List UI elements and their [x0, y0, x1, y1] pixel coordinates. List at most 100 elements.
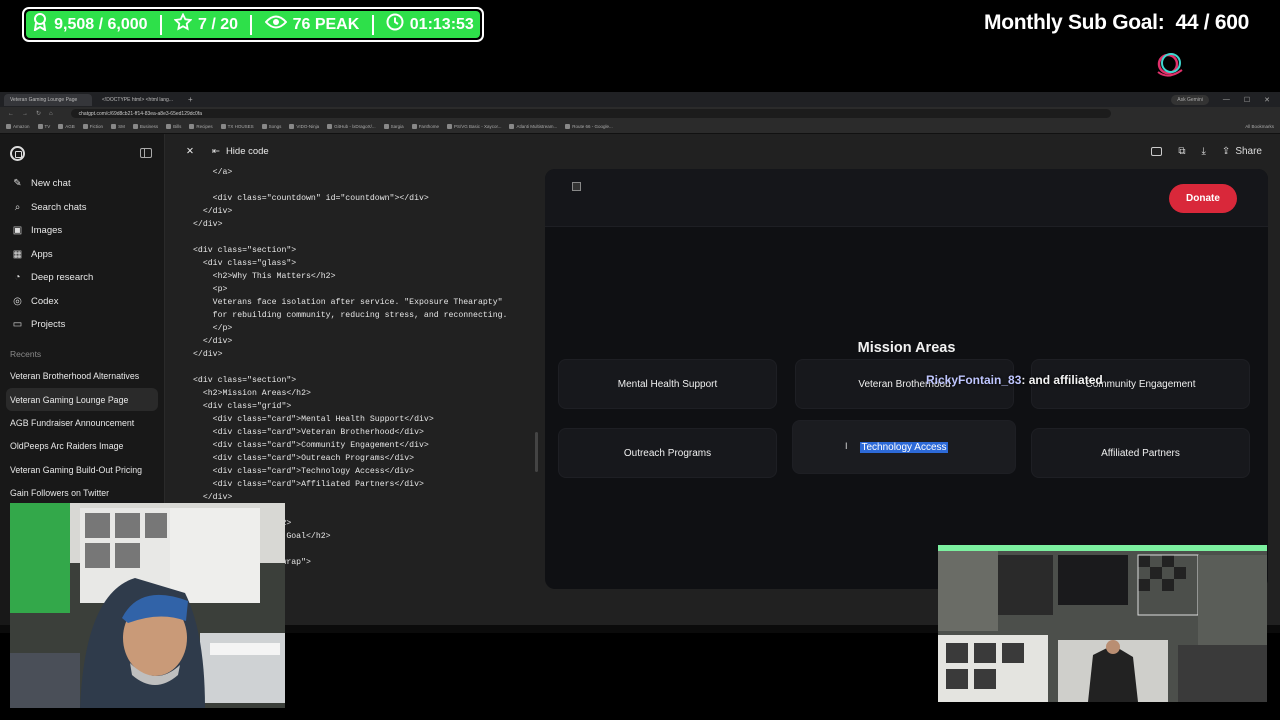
sidebar-item-new-chat[interactable]: ✎ New chat [0, 172, 164, 196]
bookmark-icon [132, 124, 138, 129]
card-outreach-programs[interactable]: Outreach Programs [558, 428, 777, 478]
download-icon[interactable]: ⤓ [1202, 146, 1206, 157]
search-icon: ⌕ [14, 201, 21, 213]
ask-gemini-button[interactable]: Ask Gemini [1171, 94, 1209, 105]
recent-chat-item[interactable]: Gain Followers on Twitter [0, 481, 164, 504]
bookmark-item[interactable]: AGB [58, 124, 75, 129]
bookmark-item[interactable]: Bills [166, 124, 181, 129]
bookmark-item[interactable]: Fiction [82, 124, 103, 129]
star-icon [173, 12, 193, 36]
card-technology-access[interactable]: Technology Access [792, 420, 1016, 474]
bookmark-item[interactable]: PS/VG Basic - Xaycor... [446, 124, 501, 129]
window-controls: — ☐ ✕ [1213, 96, 1280, 104]
code-line: </p> [193, 324, 233, 333]
donate-button[interactable]: Donate [1169, 184, 1237, 213]
eye-icon [264, 15, 287, 34]
forward-icon[interactable]: → [22, 111, 28, 117]
followers-stat: 9,508 / 6,000 [32, 13, 148, 36]
card-affiliated-partners[interactable]: Affiliated Partners [1031, 428, 1250, 478]
preview-header: Donate [545, 169, 1268, 227]
bookmark-icon [37, 124, 43, 129]
canvas-toolbar: ⧉ ⤓ ⇪ Share [1151, 146, 1262, 157]
sidebar-item-codex[interactable]: ◎ Codex [0, 290, 164, 314]
code-line: <div class="section"> [193, 246, 297, 255]
code-line: <div class="countdown" id="countdown"></… [193, 194, 429, 203]
bookmark-icon [509, 124, 515, 129]
ribbon-icon [32, 13, 48, 36]
code-line: for rebuilding community, reducing stres… [193, 311, 508, 320]
recent-chat-item[interactable]: AGB Fundraiser Announcement [0, 411, 164, 434]
close-icon[interactable]: ✕ [1264, 96, 1270, 104]
bookmark-item[interactable]: Songs [261, 124, 281, 129]
code-line: </div> [193, 207, 233, 216]
bookmark-item[interactable]: TV [37, 124, 50, 129]
maximize-icon[interactable]: ☐ [1244, 96, 1250, 104]
minimize-icon[interactable]: — [1223, 96, 1230, 104]
bookmark-item[interactable]: Route 66 - Google... [565, 124, 613, 129]
bookmark-item[interactable]: VIDO-Ninja [289, 124, 319, 129]
all-bookmarks[interactable]: All Bookmarks [1245, 124, 1274, 129]
bookmark-icon [327, 124, 333, 129]
new-tab-button[interactable]: + [188, 95, 193, 104]
bookmark-item[interactable]: Sargia [383, 124, 404, 129]
bookmark-item[interactable]: Business [132, 124, 158, 129]
bookmark-icon [289, 124, 295, 129]
code-line: <div class="section"> [193, 376, 297, 385]
url-field[interactable]: chatgpt.com/c/69d8cb21-ff14-83ea-a8e3-65… [70, 109, 1111, 118]
folder-icon: ▭ [12, 319, 23, 331]
code-line: <div class="card">Outreach Programs</div… [193, 454, 415, 463]
channel-logo-icon [1157, 53, 1183, 77]
openai-logo-icon[interactable] [10, 146, 25, 161]
divider [159, 14, 162, 35]
divider [371, 14, 374, 35]
tab-doctype-html[interactable]: <!DOCTYPE html> <html lang... [96, 94, 184, 106]
stars-stat: 7 / 20 [173, 12, 238, 36]
sidebar-item-apps[interactable]: ▦ Apps [0, 243, 164, 267]
bookmark-item[interactable]: GitHub - lxDragoX/... [327, 124, 376, 129]
close-icon[interactable]: ✕ [186, 146, 194, 157]
sidebar-item-images[interactable]: ▣ Images [0, 219, 164, 243]
bookmarks-bar: Amazon TV AGB Fiction SM Business Bills Recipes… [0, 120, 1280, 134]
recent-chat-item[interactable]: Veteran Gaming Build-Out Pricing [0, 458, 164, 481]
sidebar-item-search-chats[interactable]: ⌕ Search chats [0, 196, 164, 220]
preview-icon[interactable] [1151, 147, 1163, 156]
sidebar-item-projects[interactable]: ▭ Projects [0, 313, 164, 337]
recent-chat-item[interactable]: Veteran Gaming Lounge Page [6, 387, 158, 412]
image-icon: ▣ [12, 225, 23, 237]
recent-chat-item[interactable]: OldPeeps Arc Raiders Image [0, 435, 164, 458]
code-line: </a> [193, 168, 233, 177]
code-scrollbar[interactable] [535, 432, 538, 472]
bookmark-item[interactable]: Recipes [189, 124, 213, 129]
recent-chat-item[interactable]: Veteran Brotherhood Alternatives [0, 365, 164, 388]
code-line: <div class="grid"> [193, 402, 292, 411]
bookmark-icon [565, 124, 571, 129]
webcam-streamer [10, 503, 285, 708]
recents-heading: Recents [10, 348, 42, 359]
code-line: <div class="card">Affiliated Partners</d… [193, 480, 424, 489]
home-icon[interactable]: ⌂ [49, 111, 53, 117]
timer-stat: 01:13:53 [386, 13, 474, 36]
bookmark-item[interactable]: Amazon [6, 124, 30, 129]
share-icon: ⇪ [1221, 146, 1231, 157]
sidebar-item-deep-research[interactable]: ◔ Deep research [0, 266, 164, 290]
bookmark-item[interactable]: Fanthome [411, 124, 439, 129]
bookmark-item[interactable]: TX HOUSES [220, 124, 254, 129]
broken-image-icon [572, 182, 581, 191]
bookmark-item[interactable]: SM [111, 124, 125, 129]
sidebar-toggle-icon[interactable] [140, 148, 152, 158]
tab-veteran-gaming-lounge[interactable]: Veteran Gaming Lounge Page [4, 93, 92, 106]
stream-stats-bar: 9,508 / 6,000 7 / 20 76 PEAK 01:13:53 [22, 7, 484, 42]
bookmark-item[interactable]: Atlanti Multistream... [509, 124, 557, 129]
clock-icon [386, 13, 404, 36]
code-line: Veterans face isolation after service. "… [193, 298, 503, 307]
code-line: <div class="card">Technology Access</div… [193, 467, 415, 476]
card-mental-health[interactable]: Mental Health Support [558, 359, 777, 409]
hide-code-button[interactable]: ⇤ Hide code [212, 146, 269, 157]
back-icon[interactable]: ← [8, 111, 14, 117]
copy-icon[interactable]: ⧉ [1178, 146, 1185, 157]
share-button[interactable]: ⇪ Share [1222, 146, 1262, 157]
code-line: </div> [193, 350, 223, 359]
peak-stat: 76 PEAK [264, 15, 359, 34]
reload-icon[interactable]: ↻ [36, 110, 41, 117]
